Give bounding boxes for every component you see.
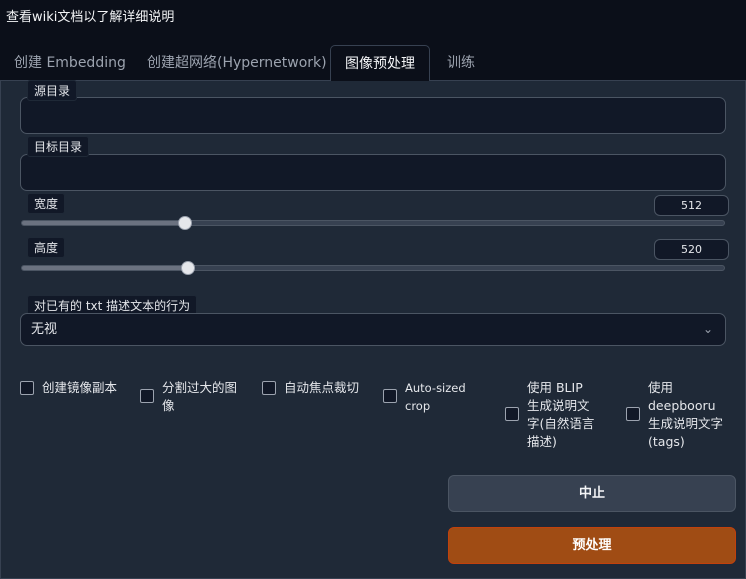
checkbox-blip-box[interactable] xyxy=(505,407,519,421)
checkbox-mirror-box[interactable] xyxy=(20,381,34,395)
tab-bar: 创建 Embedding 创建超网络(Hypernetwork) 图像预处理 训… xyxy=(0,45,746,82)
preprocess-panel: 源目录 目标目录 宽度 512 高度 520 对已有的 txt 描述文本的行为 … xyxy=(0,80,746,579)
checkbox-auto-crop-label: Auto-sized crop xyxy=(405,381,466,413)
wiki-hint: 查看wiki文档以了解详细说明 xyxy=(6,10,175,25)
checkbox-auto-crop[interactable]: Auto-sized crop xyxy=(383,379,469,415)
height-label: 高度 xyxy=(27,237,66,258)
tab-image-preprocess[interactable]: 图像预处理 xyxy=(330,45,430,82)
checkbox-deepbooru-label: 使用 deepbooru 生成说明文字(tags) xyxy=(648,380,724,449)
source-dir-input[interactable] xyxy=(20,97,726,134)
height-slider-thumb[interactable] xyxy=(180,261,195,275)
checkbox-split[interactable]: 分割过大的图像 xyxy=(140,379,244,415)
checkbox-split-box[interactable] xyxy=(140,389,154,403)
tab-train[interactable]: 训练 xyxy=(433,45,489,81)
caption-action-select[interactable]: 无视 ⌄ xyxy=(20,313,726,346)
checkbox-blip-label: 使用 BLIP 生成说明文字(自然语言描述) xyxy=(527,380,595,449)
checkbox-focal-crop-box[interactable] xyxy=(262,381,276,395)
height-slider-fill xyxy=(22,266,188,270)
checkbox-blip[interactable]: 使用 BLIP 生成说明文字(自然语言描述) xyxy=(505,379,599,451)
checkbox-focal-crop[interactable]: 自动焦点裁切 xyxy=(262,379,368,397)
width-slider-thumb[interactable] xyxy=(177,216,192,230)
stop-button[interactable]: 中止 xyxy=(448,475,736,512)
checkbox-deepbooru-box[interactable] xyxy=(626,407,640,421)
preprocess-button[interactable]: 预处理 xyxy=(448,527,736,564)
width-slider[interactable] xyxy=(21,216,725,230)
width-number-input[interactable]: 512 xyxy=(654,195,729,216)
chevron-down-icon: ⌄ xyxy=(702,322,713,336)
tab-create-embedding[interactable]: 创建 Embedding xyxy=(0,45,140,81)
checkbox-focal-crop-label: 自动焦点裁切 xyxy=(284,380,360,395)
width-label: 宽度 xyxy=(27,193,66,214)
tab-create-hypernetwork[interactable]: 创建超网络(Hypernetwork) xyxy=(133,45,341,81)
height-number-input[interactable]: 520 xyxy=(654,239,729,260)
checkbox-auto-crop-box[interactable] xyxy=(383,389,397,403)
height-slider[interactable] xyxy=(21,261,725,275)
width-slider-fill xyxy=(22,221,185,225)
dest-dir-label: 目标目录 xyxy=(27,136,90,157)
dest-dir-input[interactable] xyxy=(20,154,726,191)
checkbox-mirror[interactable]: 创建镜像副本 xyxy=(20,379,132,397)
checkbox-deepbooru[interactable]: 使用 deepbooru 生成说明文字(tags) xyxy=(626,379,724,451)
caption-action-value: 无视 xyxy=(31,322,58,337)
checkbox-mirror-label: 创建镜像副本 xyxy=(42,380,118,395)
checkbox-split-label: 分割过大的图像 xyxy=(162,380,238,413)
source-dir-label: 源目录 xyxy=(27,80,78,101)
